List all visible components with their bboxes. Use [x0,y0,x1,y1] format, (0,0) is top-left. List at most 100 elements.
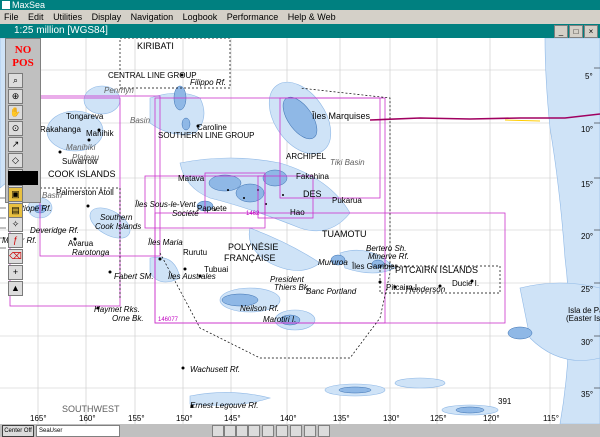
status-icon-8[interactable] [304,425,316,437]
label-manihik: Manihik [86,129,114,138]
app-icon [2,1,10,9]
lon-tick: 130° [383,414,400,423]
track-highlight [504,119,541,122]
menu-help-web[interactable]: Help & Web [284,12,339,22]
text-icon[interactable]: ƒ [8,233,23,248]
target-icon[interactable]: ✧ [8,217,23,232]
label-societe: Société [172,209,199,218]
label-wachusett: Wachusett Rf. [190,365,241,374]
pan-icon[interactable]: ✋ [8,105,23,120]
label-basin1: Basin [130,116,151,125]
label-thiers: Thiers Bk. [274,283,311,292]
menu-logbook[interactable]: Logbook [179,12,221,22]
label-polynesie: POLYNÉSIE [228,242,279,252]
label-pukarua: Pukarua [332,196,362,205]
status-icon-2[interactable] [224,425,236,437]
lon-tick: 155° [128,414,145,423]
label-tongareva: Tongareva [66,112,104,121]
status-icon-9[interactable] [318,425,330,437]
lon-tick: 120° [483,414,500,423]
save-icon[interactable]: ▤ [8,203,23,218]
center-off-button[interactable]: Center Off [2,425,34,437]
lon-tick: 125° [430,414,447,423]
lon-tick: 145° [224,414,241,423]
menu-file[interactable]: File [0,12,22,22]
center-icon[interactable]: ⊙ [8,121,23,136]
label-matava: Matava [178,174,205,183]
label-iles-sous: Îles Sous-le-Vent [135,200,196,209]
label-banc-portland: Banc Portland [306,287,357,296]
print-icon[interactable]: ▣ [8,187,23,202]
label-chart-1462: 1462 [246,211,260,217]
window-title: MaxSea [12,0,46,10]
minimize-button[interactable]: _ [554,25,568,38]
zoom-out-icon[interactable]: ⊕ [8,89,23,104]
menu-edit[interactable]: Edit [24,12,47,22]
route-icon[interactable]: ↗ [8,137,23,152]
label-francaise: FRANÇAISE [224,253,276,263]
label-manihiki: Manihiki [66,143,96,152]
status-icon-6[interactable] [276,425,288,437]
window-controls: _ □ × [553,25,598,39]
label-mururoa: Mururoa [318,258,348,267]
label-cook-isl: Cook Islands [95,222,142,231]
label-southern: Southern [100,213,133,222]
label-central-line: CENTRAL LINE GROUP [108,71,197,80]
lat-tick: 15° [581,180,594,189]
erase-icon[interactable]: ⌫ [8,249,23,264]
menu-navigation[interactable]: Navigation [127,12,177,22]
lat-tick: 5° [585,72,593,81]
plus-icon[interactable]: + [8,265,23,280]
chart-canvas [0,38,600,424]
label-rurutu: Rurutu [183,248,208,257]
label-des: DES [303,189,322,199]
close-button[interactable]: × [584,25,598,38]
lon-tick: 160° [79,414,96,423]
label-palmerston: Palmerston Atoll [56,188,114,197]
status-icon-4[interactable] [248,425,260,437]
tool-grid: ⌕⊕ ✋⊙ ↗◇ ↖⤢ ✕✧ ƒ⌫ +▲ [8,73,39,297]
maximize-button[interactable]: □ [569,25,583,38]
lat-tick: 35° [581,390,594,399]
position-status: NO POS [8,44,38,70]
menu-display[interactable]: Display [88,12,125,22]
nautical-chart[interactable]: KIRIBATI CENTRAL LINE GROUP Filippo Rf. … [0,38,600,424]
label-papeete: Papeete [197,204,227,213]
label-fakahina: Fakahina [296,172,329,181]
label-filippo: Filippo Rf. [190,78,227,87]
lat-tick: 20° [581,232,594,241]
menu-performance[interactable]: Performance [223,12,282,22]
menu-utilities[interactable]: Utilities [49,12,85,22]
label-fabert: Fabert SM. [114,272,154,281]
label-ducie: Ducie I. [452,279,480,288]
label-southern-line: SOUTHERN LINE GROUP [158,131,255,140]
label-pitcairn-islands: PITCAIRN ISLANDS [395,265,479,275]
status-icon-7[interactable] [290,425,302,437]
mountain-icon[interactable]: ▲ [8,281,23,296]
label-easter: (Easter Isla [566,314,600,323]
label-orne: Orne Bk. [112,314,144,323]
lon-tick: 150° [176,414,193,423]
zoom-in-icon[interactable]: ⌕ [8,73,23,88]
label-suwarrow: Suwarrow [62,157,98,166]
label-penrhyn: Penrhyn [104,86,134,95]
status-icon-1[interactable] [212,425,224,437]
waypoint-icon[interactable]: ◇ [8,153,23,168]
label-avarua: Avarua [68,239,94,248]
color-swatch[interactable] [8,171,38,185]
tool-bottom-row: ▣▤ [8,187,38,218]
status-bar: Center Off SeaUser [0,424,600,437]
status-icon-3[interactable] [236,425,248,437]
lon-tick: 140° [280,414,297,423]
status-icon-5[interactable] [262,425,274,437]
label-henderson: Henderson [406,285,446,294]
label-rakahanga: Rakahanga [40,125,81,134]
label-haymet: Haymet Rks. [94,305,140,314]
chart-scale-label: 1:25 million [WGS84] [14,25,108,36]
user-field[interactable]: SeaUser [36,425,120,437]
label-chart-146077: 146077 [158,317,179,323]
label-tuamotu: TUAMOTU [322,229,367,239]
label-iles-marquises: Îles Marquises [312,111,371,121]
label-cook-islands: COOK ISLANDS [48,169,116,179]
label-southwest: SOUTHWEST [62,404,120,414]
